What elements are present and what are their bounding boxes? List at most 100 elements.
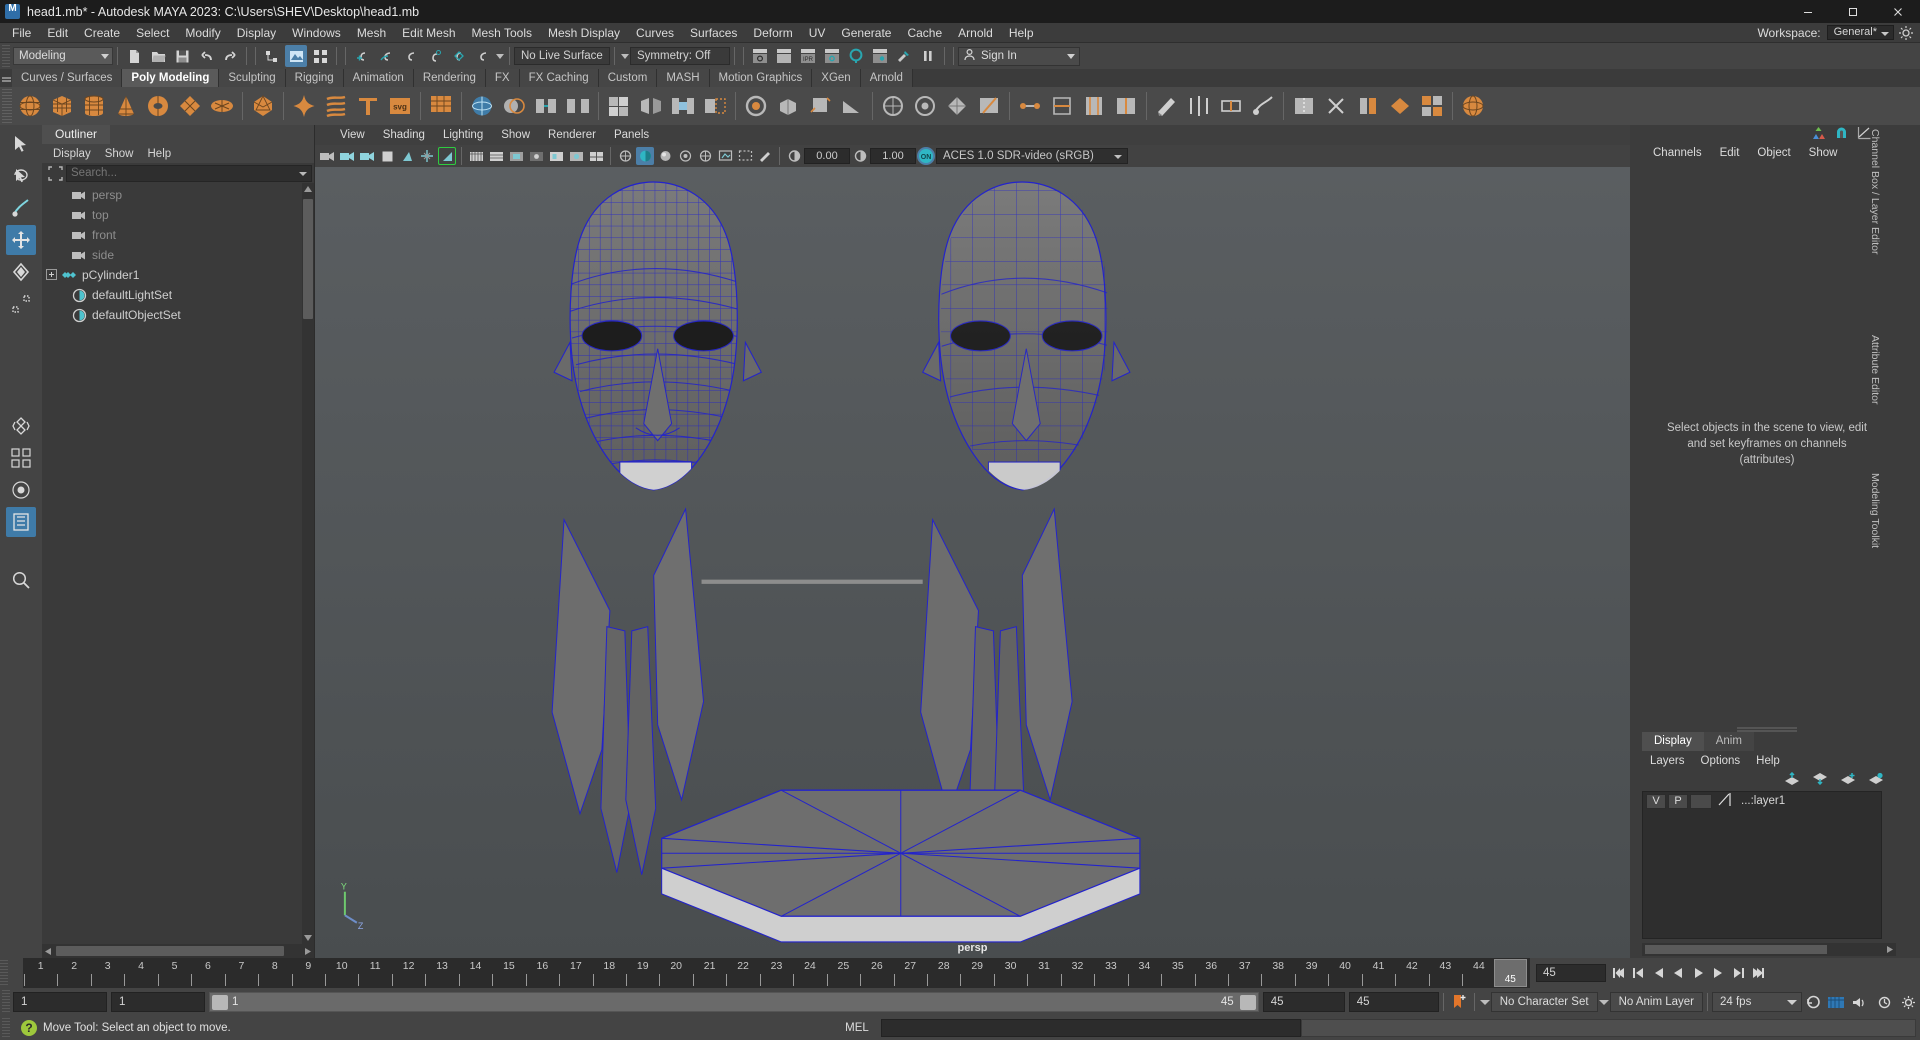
magnify-icon[interactable] bbox=[6, 565, 36, 595]
layer-row[interactable]: V P ...:layer1 bbox=[1643, 792, 1881, 810]
outliner-tab[interactable]: Outliner bbox=[42, 125, 111, 144]
exposure-icon[interactable] bbox=[785, 147, 803, 165]
menu-mesh[interactable]: Mesh bbox=[349, 23, 394, 43]
new-layer-from-selected-icon[interactable] bbox=[1868, 772, 1884, 788]
save-scene-icon[interactable] bbox=[171, 45, 193, 67]
menu-edit-mesh[interactable]: Edit Mesh bbox=[394, 23, 463, 43]
rangeslider-grip[interactable] bbox=[2, 990, 10, 1014]
poly-soft-edge-icon[interactable] bbox=[289, 90, 319, 122]
rail-label-attribute-editor[interactable]: Attribute Editor bbox=[1869, 335, 1881, 485]
command-input[interactable] bbox=[881, 1019, 1301, 1037]
range-slider[interactable]: 1 45 bbox=[209, 992, 1259, 1012]
exposure-field[interactable]: 0.00 bbox=[804, 148, 850, 164]
outliner-menu-show[interactable]: Show bbox=[98, 148, 141, 160]
playblast-icon[interactable] bbox=[1824, 993, 1848, 1011]
insert-edge-loop-icon[interactable] bbox=[1111, 90, 1141, 122]
outliner-item-side[interactable]: side bbox=[42, 245, 314, 265]
bevel-icon[interactable] bbox=[805, 90, 835, 122]
undo-icon[interactable] bbox=[195, 45, 217, 67]
3d-viewport[interactable]: Y Z persp bbox=[315, 167, 1630, 958]
snap-grid-icon[interactable] bbox=[351, 45, 373, 67]
search-input[interactable] bbox=[67, 167, 311, 179]
cut-uv-icon[interactable] bbox=[1321, 90, 1351, 122]
menu-arnold[interactable]: Arnold bbox=[950, 23, 1001, 43]
layer-menu-layers[interactable]: Layers bbox=[1642, 755, 1693, 767]
new-scene-icon[interactable] bbox=[123, 45, 145, 67]
render-current-frame-icon[interactable] bbox=[749, 45, 771, 67]
poly-plane-icon[interactable] bbox=[175, 90, 205, 122]
step-forward-frame-icon[interactable] bbox=[1710, 964, 1726, 982]
menu-mesh-display[interactable]: Mesh Display bbox=[540, 23, 628, 43]
camera-attributes-icon[interactable] bbox=[338, 147, 356, 165]
last-tool-icon[interactable] bbox=[6, 411, 36, 441]
color-profile-selector[interactable]: ACES 1.0 SDR-video (sRGB) bbox=[936, 148, 1128, 164]
ambient-occlusion-icon[interactable] bbox=[656, 147, 674, 165]
shelf-tab-fx-caching[interactable]: FX Caching bbox=[519, 69, 599, 87]
viewport-menu-renderer[interactable]: Renderer bbox=[539, 129, 605, 141]
statusline-grip[interactable] bbox=[2, 45, 10, 67]
shelf-tab-xgen[interactable]: XGen bbox=[812, 69, 861, 87]
chevron-down-icon[interactable] bbox=[299, 171, 307, 176]
mirror-icon[interactable] bbox=[636, 90, 666, 122]
character-set-selector[interactable]: No Character Set bbox=[1490, 992, 1598, 1012]
ipr-render-icon[interactable]: IPR bbox=[797, 45, 819, 67]
commandline-grip[interactable] bbox=[2, 1018, 10, 1038]
unfold-icon[interactable] bbox=[1385, 90, 1415, 122]
two-d-pan-zoom-icon[interactable] bbox=[398, 147, 416, 165]
layer-menu-options[interactable]: Options bbox=[1693, 755, 1749, 767]
sound-icon[interactable] bbox=[1848, 993, 1872, 1011]
outliner-tree[interactable]: persp top front side pCylinder1 defaultL… bbox=[42, 183, 314, 944]
shelf-tab-fx[interactable]: FX bbox=[485, 69, 520, 87]
tab-anim-layers[interactable]: Anim bbox=[1703, 732, 1754, 751]
separate-icon[interactable] bbox=[563, 90, 593, 122]
scroll-thumb[interactable] bbox=[56, 946, 284, 956]
layer-list[interactable]: V P ...:layer1 bbox=[1642, 791, 1882, 939]
poly-svg-icon[interactable]: svg bbox=[385, 90, 415, 122]
range-left-handle[interactable] bbox=[212, 995, 228, 1010]
snap-transform-icon[interactable] bbox=[6, 443, 36, 473]
current-frame-indicator[interactable]: 45 bbox=[1493, 959, 1527, 987]
new-layer-icon[interactable] bbox=[1840, 772, 1856, 788]
channelbox-menu-show[interactable]: Show bbox=[1800, 147, 1847, 159]
layer-visibility-toggle[interactable]: V bbox=[1646, 793, 1666, 809]
sphere-wire-icon[interactable] bbox=[467, 90, 497, 122]
viewport-menu-show[interactable]: Show bbox=[492, 129, 539, 141]
poly-sphere-icon[interactable] bbox=[15, 90, 45, 122]
auto-key-icon[interactable] bbox=[1448, 993, 1470, 1011]
gamma-icon[interactable] bbox=[851, 147, 869, 165]
layout-uv-icon[interactable] bbox=[1417, 90, 1447, 122]
layer-playback-toggle[interactable]: P bbox=[1668, 793, 1688, 809]
use-all-lights-icon[interactable] bbox=[616, 147, 634, 165]
preferences-gear-icon[interactable] bbox=[1896, 993, 1920, 1011]
shadows-icon[interactable] bbox=[636, 147, 654, 165]
menu-windows[interactable]: Windows bbox=[284, 23, 349, 43]
current-frame-field[interactable]: 45 bbox=[1536, 964, 1606, 982]
fps-selector[interactable]: 24 fps bbox=[1712, 992, 1802, 1012]
open-scene-icon[interactable] bbox=[147, 45, 169, 67]
help-icon[interactable] bbox=[21, 1020, 37, 1036]
expand-icon[interactable] bbox=[46, 269, 58, 281]
viewport-menu-lighting[interactable]: Lighting bbox=[434, 129, 492, 141]
search-input-wrapper[interactable] bbox=[66, 164, 312, 182]
maximize-button[interactable] bbox=[1830, 0, 1875, 23]
animation-start-field[interactable]: 1 bbox=[13, 992, 107, 1012]
snap-point-icon[interactable] bbox=[399, 45, 421, 67]
outliner-item-front[interactable]: front bbox=[42, 225, 314, 245]
viewport-menu-shading[interactable]: Shading bbox=[374, 129, 434, 141]
step-back-frame-icon[interactable] bbox=[1650, 964, 1666, 982]
shelf-tab-poly-modeling[interactable]: Poly Modeling bbox=[122, 69, 220, 87]
sign-in-button[interactable]: Sign In bbox=[958, 46, 1080, 66]
poly-helix-icon[interactable] bbox=[321, 90, 351, 122]
menu-uv[interactable]: UV bbox=[801, 23, 834, 43]
outliner-item-top[interactable]: top bbox=[42, 205, 314, 225]
append-icon[interactable] bbox=[700, 90, 730, 122]
xray-icon[interactable] bbox=[507, 147, 525, 165]
textured-mode-icon[interactable] bbox=[587, 147, 605, 165]
shelf-tab-rendering[interactable]: Rendering bbox=[413, 69, 486, 87]
attribute-editor-icon[interactable] bbox=[1834, 126, 1849, 143]
bridge-icon[interactable] bbox=[668, 90, 698, 122]
viewport-menu-panels[interactable]: Panels bbox=[605, 129, 658, 141]
menu-select[interactable]: Select bbox=[128, 23, 177, 43]
shelf-tab-animation[interactable]: Animation bbox=[343, 69, 414, 87]
render-settings-icon[interactable] bbox=[821, 45, 843, 67]
